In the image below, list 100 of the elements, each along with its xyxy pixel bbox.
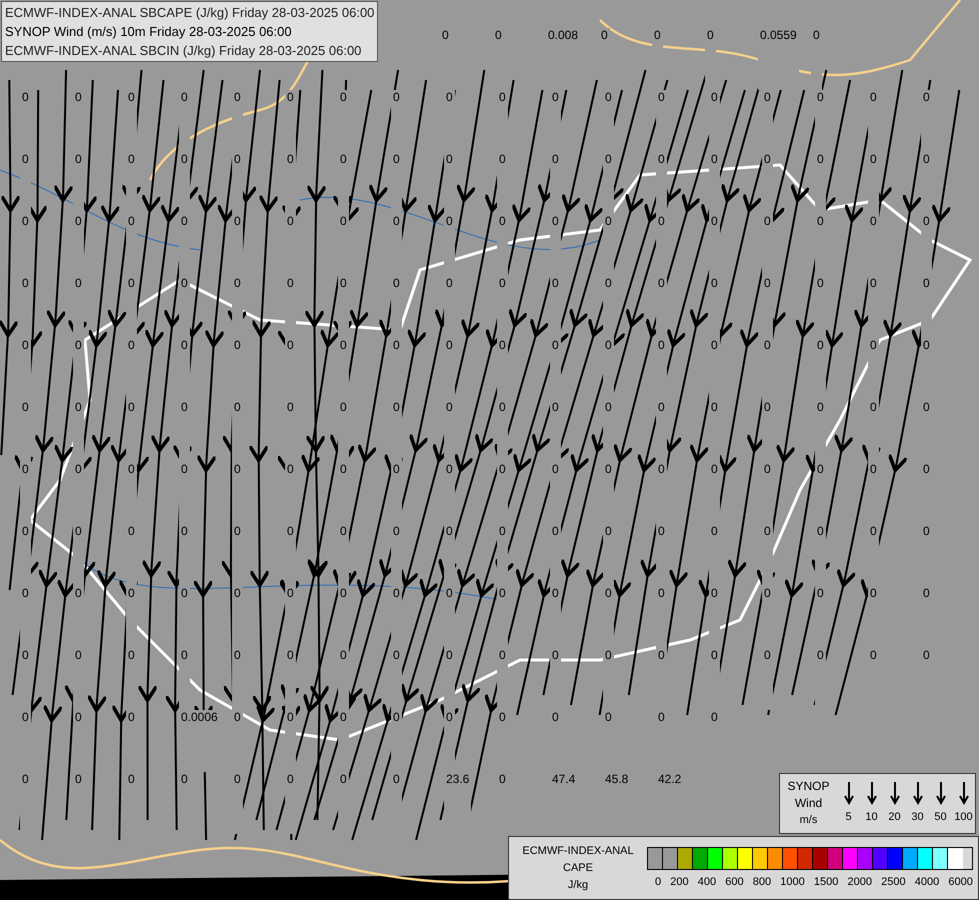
cape-value: 0	[497, 400, 508, 462]
cape-value: 0	[179, 152, 190, 214]
cape-value: 0	[603, 586, 614, 648]
cape-value: 0	[868, 338, 879, 400]
cape-value: 0	[20, 648, 31, 710]
cape-value: 0	[73, 462, 84, 524]
wind-arrow-icon	[866, 781, 876, 806]
cape-value: 0	[921, 276, 932, 338]
cape-value: 0	[20, 710, 31, 772]
cape-value: 0	[285, 462, 296, 524]
cape-value: 0	[868, 214, 879, 276]
wind-arrow-icon	[912, 781, 922, 806]
cape-value: 0	[126, 90, 137, 152]
cape-value: 0	[126, 524, 137, 586]
cape-value: 0	[232, 648, 243, 710]
cape-value: 0	[550, 338, 561, 400]
cape-value: 0	[444, 214, 455, 276]
cape-value: 0	[285, 710, 296, 772]
cape-value: 0	[285, 338, 296, 400]
cape-value: 0	[656, 152, 667, 214]
cape-value: 0	[497, 214, 508, 276]
speed-label: 5	[845, 810, 852, 826]
cape-value: 0	[20, 462, 31, 524]
cape-value: 0	[232, 152, 243, 214]
cape-value: 0	[126, 648, 137, 710]
cape-value: 0.008	[546, 28, 580, 90]
cape-value: 0	[126, 338, 137, 400]
cape-value: 0	[232, 586, 243, 648]
cape-value: 0	[232, 400, 243, 462]
cape-value: 0	[179, 214, 190, 276]
cape-value: 0	[391, 462, 402, 524]
legend-title: Wind	[794, 795, 822, 812]
cape-value: 0	[179, 462, 190, 524]
legend-title: m/s	[800, 813, 818, 828]
cape-value: 0	[20, 400, 31, 462]
cape-value: 0	[232, 524, 243, 586]
cape-value: 0	[762, 90, 773, 152]
cape-value: 0	[285, 400, 296, 462]
cape-value: 0	[762, 648, 773, 710]
cape-value: 0	[73, 524, 84, 586]
cape-value: 0	[550, 90, 561, 152]
scale-label: 600	[725, 876, 744, 889]
cape-value: 0	[20, 276, 31, 338]
cape-value: 0	[285, 152, 296, 214]
scale-label: 800	[752, 876, 772, 889]
cape-value: 0	[20, 152, 31, 214]
cape-value: 0	[709, 338, 720, 400]
cape-value: 0	[550, 586, 561, 648]
wind-arrow-icon	[844, 781, 854, 806]
cape-value: 0	[709, 524, 720, 586]
cape-value: 0	[603, 524, 614, 586]
cape-value: 0	[709, 462, 720, 524]
cape-value: 0	[20, 338, 31, 400]
cape-value: 0	[444, 710, 455, 772]
cape-value: 0	[285, 276, 296, 338]
cape-value: 0	[656, 338, 667, 400]
cape-value: 0	[709, 276, 720, 338]
legend-title: J/kg	[568, 878, 588, 892]
cape-value: 0	[709, 214, 720, 276]
scale-label: 2000	[848, 876, 872, 889]
cape-value: 0	[126, 400, 137, 462]
cape-value: 0	[179, 648, 190, 710]
cape-value: 0	[550, 214, 561, 276]
legend-title: SYNOP	[787, 778, 830, 795]
cape-value: 0	[497, 90, 508, 152]
cape-value: 0	[444, 462, 455, 524]
cape-value: 0	[285, 648, 296, 710]
cape-value: 0	[603, 152, 614, 214]
cape-value: 0	[232, 276, 243, 338]
cape-value: 0	[762, 338, 773, 400]
cape-value: 0	[868, 524, 879, 586]
speed-label: 10	[865, 810, 878, 826]
speed-label: 100	[954, 810, 973, 826]
cape-value: 0	[232, 772, 243, 834]
cape-value: 0	[232, 338, 243, 400]
cape-value: 0	[391, 152, 402, 214]
cape-value: 0	[232, 462, 243, 524]
speed-label: 30	[911, 810, 924, 826]
cape-value: 0	[444, 338, 455, 400]
cape-value: 0	[232, 214, 243, 276]
cape-value: 0	[762, 276, 773, 338]
scale-label: 6000	[948, 876, 973, 889]
cape-value: 0	[285, 90, 296, 152]
cape-value: 0	[126, 276, 137, 338]
cape-value: 0	[285, 586, 296, 648]
cape-value: 0	[391, 400, 402, 462]
cape-value: 0	[497, 524, 508, 586]
cape-value: 0	[285, 214, 296, 276]
cape-value: 0	[497, 276, 508, 338]
speed-label: 50	[934, 810, 947, 826]
cape-value: 0	[603, 462, 614, 524]
cape-value: 0	[73, 400, 84, 462]
scale-label: 1500	[814, 876, 838, 889]
cape-value: 0	[444, 586, 455, 648]
scale-label: 0	[655, 876, 662, 889]
cape-value: 0	[232, 90, 243, 152]
cape-value: 0	[179, 524, 190, 586]
cape-value: 0	[762, 214, 773, 276]
scale-label: 1000	[780, 876, 805, 889]
cape-value: 0	[126, 462, 137, 524]
